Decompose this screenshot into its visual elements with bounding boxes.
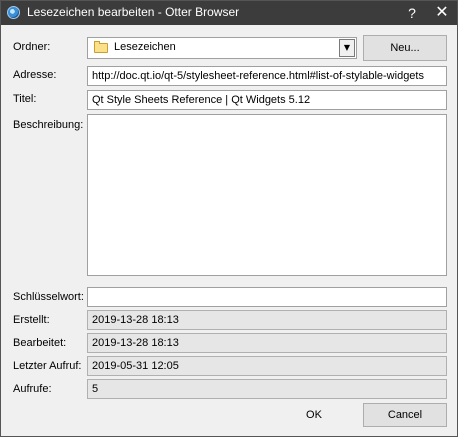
address-field[interactable]: http://doc.qt.io/qt-5/stylesheet-referen… [87, 66, 447, 86]
last-visit-value: 2019-05-31 12:05 [87, 356, 447, 376]
modified-value: 2019-13-28 18:13 [87, 333, 447, 353]
keyword-field[interactable] [87, 287, 447, 307]
title-field[interactable]: Qt Style Sheets Reference | Qt Widgets 5… [87, 90, 447, 110]
folder-label: Ordner: [13, 41, 51, 53]
modified-label: Bearbeitet: [13, 337, 67, 349]
title-label: Titel: [13, 93, 37, 105]
window-title: Lesezeichen bearbeiten - Otter Browser [27, 5, 240, 19]
folder-select-value: Lesezeichen [114, 41, 176, 53]
folder-select[interactable]: Lesezeichen ▼ [87, 37, 357, 59]
bookmark-dialog: Lesezeichen bearbeiten - Otter Browser ?… [0, 0, 458, 437]
description-label: Beschreibung: [13, 119, 84, 131]
title-bar[interactable]: Lesezeichen bearbeiten - Otter Browser ?… [1, 1, 457, 25]
cancel-button[interactable]: Cancel [363, 403, 447, 427]
last-visit-label: Letzter Aufruf: [13, 360, 82, 372]
created-value: 2019-13-28 18:13 [87, 310, 447, 330]
otter-browser-icon [7, 6, 20, 19]
folder-icon [94, 41, 108, 53]
help-button[interactable]: ? [399, 3, 425, 23]
close-button[interactable]: ✕ [429, 3, 455, 23]
ok-button[interactable]: OK [281, 403, 347, 427]
created-label: Erstellt: [13, 314, 50, 326]
description-field[interactable] [87, 114, 447, 276]
new-folder-button[interactable]: Neu... [363, 35, 447, 61]
keyword-label: Schlüsselwort: [13, 291, 84, 303]
chevron-down-icon[interactable]: ▼ [339, 39, 355, 57]
address-label: Adresse: [13, 69, 57, 81]
visits-value: 5 [87, 379, 447, 399]
visits-label: Aufrufe: [13, 383, 52, 395]
